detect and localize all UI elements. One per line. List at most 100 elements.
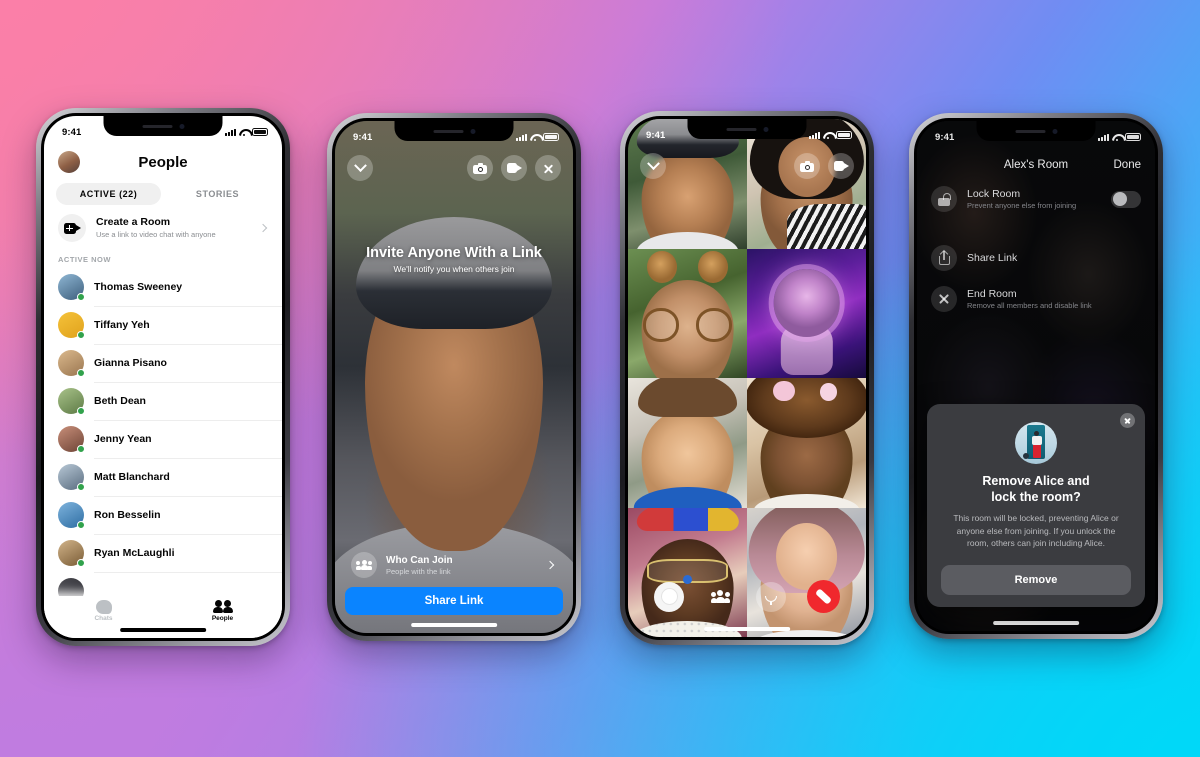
participant-tile[interactable] (747, 248, 866, 378)
share-link-row[interactable]: Share Link (917, 238, 1155, 278)
online-dot (77, 331, 85, 339)
lock-room-toggle[interactable] (1111, 190, 1141, 208)
remove-button[interactable]: Remove (941, 565, 1131, 595)
participant-tile[interactable] (747, 507, 866, 637)
phone4-screen: 9:41 Alex's Room Done Lock Room Prevent … (917, 121, 1155, 631)
participant-tile[interactable] (628, 248, 747, 378)
effects-button[interactable] (654, 581, 685, 612)
create-room-text: Create a Room Use a link to video chat w… (96, 216, 250, 240)
tab-stories[interactable]: STORIES (165, 183, 270, 205)
minimize-button[interactable] (347, 155, 373, 181)
list-item[interactable]: Thomas Sweeney (44, 268, 282, 306)
signal-bars-icon (1098, 133, 1109, 141)
who-can-join-title: Who Can Join (386, 554, 453, 566)
list-item[interactable]: Ryan McLaughli (44, 534, 282, 572)
microphone-icon (764, 590, 777, 605)
segmented-tabs: ACTIVE (22) STORIES (44, 180, 282, 207)
online-dot (77, 559, 85, 567)
notch (394, 121, 514, 141)
avatar (58, 464, 85, 491)
end-room-text: End Room Remove all members and disable … (967, 288, 1141, 310)
tab-active[interactable]: ACTIVE (22) (56, 183, 161, 205)
who-can-join-row[interactable]: Who Can Join People with the link (345, 547, 563, 587)
participant-tile[interactable] (628, 507, 747, 637)
notch (103, 116, 223, 136)
lock-icon (931, 186, 957, 212)
end-call-button[interactable] (806, 580, 840, 613)
person-name: Matt Blanchard (94, 471, 170, 483)
status-indicators (1098, 133, 1141, 142)
end-room-row[interactable]: End Room Remove all members and disable … (917, 279, 1155, 319)
notch (976, 121, 1096, 141)
list-item[interactable]: Gianna Pisano (44, 344, 282, 382)
person-name: Ryan McLaughli (94, 547, 175, 559)
signal-bars-icon (809, 131, 820, 139)
wifi-icon (1112, 133, 1122, 142)
online-dot (77, 369, 85, 377)
wifi-icon (823, 131, 833, 140)
phone1-bezel: 9:41 People ACTIVE (22) STORIES Create a… (41, 113, 285, 641)
list-item[interactable]: Jenny Yean (44, 420, 282, 458)
avatar (58, 350, 85, 377)
list-item[interactable]: Matt Blanchard (44, 458, 282, 496)
status-indicators (225, 128, 268, 137)
front-camera (1052, 128, 1057, 134)
chevron-right-icon (545, 560, 555, 570)
signal-bars-icon (225, 128, 236, 136)
lock-room-row[interactable]: Lock Room Prevent anyone else from joini… (917, 179, 1155, 219)
online-dot (77, 483, 85, 491)
phone4-bezel: 9:41 Alex's Room Done Lock Room Prevent … (914, 118, 1158, 634)
phone1-screen: 9:41 People ACTIVE (22) STORIES Create a… (44, 116, 282, 638)
dialog-title-line1: Remove Alice and (982, 473, 1090, 488)
camera-flip-icon (800, 160, 814, 172)
end-room-subtitle: Remove all members and disable link (967, 301, 1092, 310)
phone-invite-link: 9:41 Invite Anyone With a Link We'll not… (327, 113, 581, 641)
close-button[interactable] (535, 155, 561, 181)
video-toggle-button[interactable] (828, 153, 854, 179)
phone-people-list: 9:41 People ACTIVE (22) STORIES Create a… (36, 108, 290, 646)
status-time: 9:41 (646, 129, 666, 141)
earpiece-speaker (1015, 129, 1045, 133)
share-icon (931, 245, 957, 271)
earpiece-speaker (433, 129, 463, 133)
notch (687, 119, 807, 139)
dialog-title: Remove Alice and lock the room? (941, 473, 1131, 505)
video-toggle-button[interactable] (501, 155, 527, 181)
done-button[interactable]: Done (1114, 159, 1142, 171)
invite-subhead: We'll notify you when others join (393, 264, 515, 274)
list-item[interactable]: Beth Dean (44, 382, 282, 420)
flip-camera-button[interactable] (794, 153, 820, 179)
minimize-button[interactable] (640, 153, 666, 179)
close-x-icon (1124, 417, 1131, 424)
participant-tile[interactable] (628, 378, 747, 508)
avatar (58, 274, 85, 301)
battery-icon (1125, 133, 1141, 141)
toggle-knob (1112, 192, 1127, 206)
earpiece-speaker (726, 127, 756, 131)
mute-button[interactable] (755, 581, 786, 612)
create-room-row[interactable]: Create a Room Use a link to video chat w… (44, 207, 282, 249)
avatar[interactable] (58, 151, 80, 173)
tab-chats-label: Chats (94, 615, 113, 622)
share-link-button[interactable]: Share Link (345, 587, 563, 615)
online-dot (77, 521, 85, 529)
chevron-right-icon (258, 223, 268, 233)
home-indicator[interactable] (993, 621, 1079, 625)
who-can-join-subtitle: People with the link (386, 566, 451, 576)
tab-people[interactable]: People (163, 600, 282, 622)
dialog-close-button[interactable] (1120, 412, 1135, 428)
list-item[interactable]: Tiffany Yeh (44, 306, 282, 344)
participants-button[interactable] (705, 582, 735, 612)
wifi-icon (530, 133, 540, 142)
home-indicator[interactable] (411, 623, 497, 627)
list-item[interactable]: Ron Besselin (44, 496, 282, 534)
home-indicator[interactable] (120, 628, 206, 632)
earpiece-speaker (142, 124, 172, 128)
tab-chats[interactable]: Chats (44, 600, 163, 622)
chevron-down-icon (353, 158, 367, 172)
participant-tile[interactable] (747, 378, 866, 508)
end-room-title: End Room (967, 288, 1017, 300)
camera-flip-icon (473, 162, 487, 174)
flip-camera-button[interactable] (467, 155, 493, 181)
home-indicator[interactable] (704, 627, 790, 631)
